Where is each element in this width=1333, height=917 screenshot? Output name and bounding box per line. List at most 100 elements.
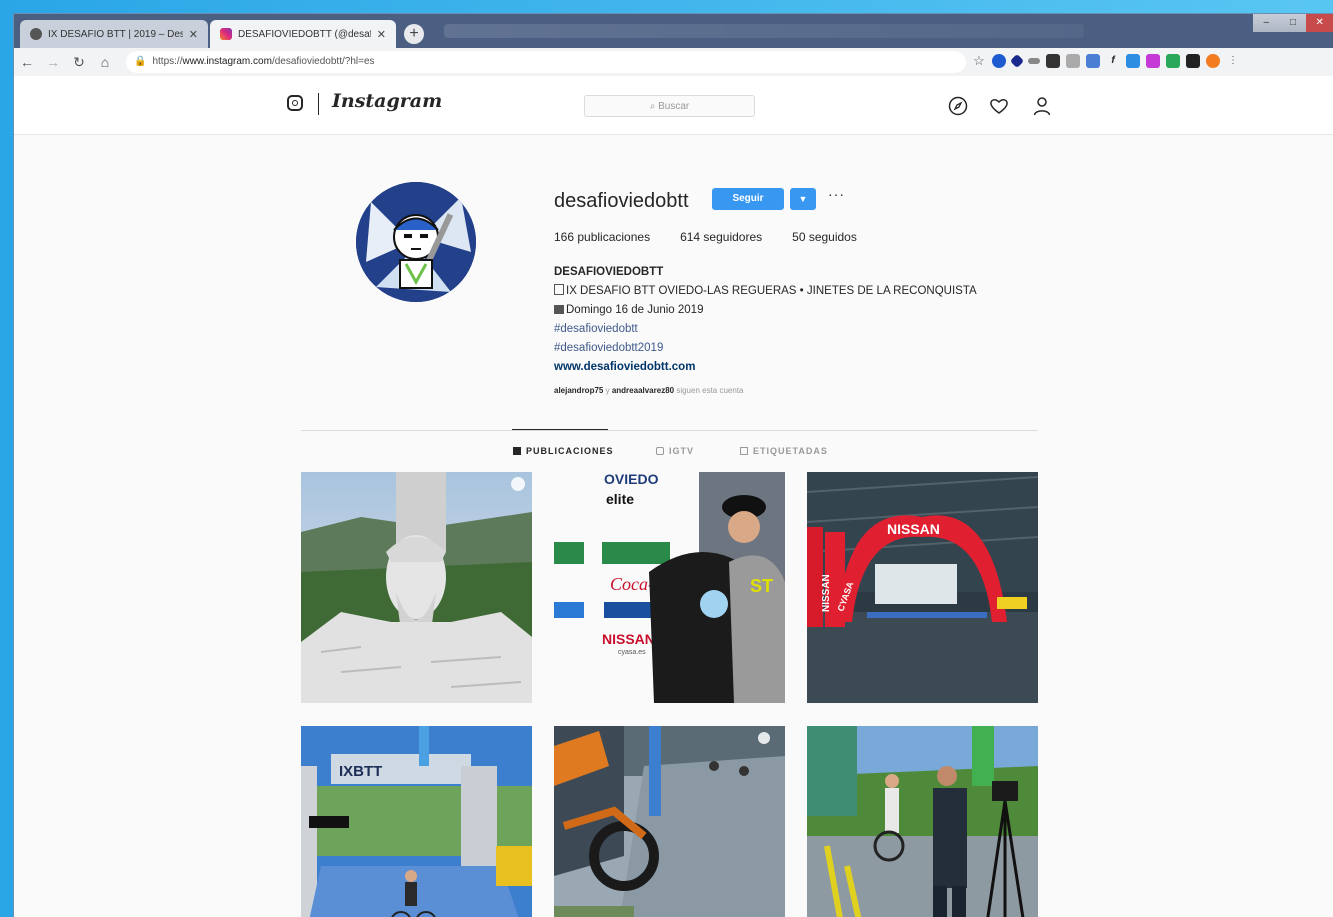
reload-icon[interactable]: ↻ [66,54,92,71]
bio-name: DESAFIOVIEDOBTT [554,266,664,278]
post-image-statue [301,472,532,703]
tab-instagram[interactable]: DESAFIOVIEDOBTT (@desafiov ✕ [210,20,396,48]
post-thumbnail[interactable] [301,472,532,703]
tab-igtv[interactable]: IGTV [656,446,694,456]
post-image-tv-camera [807,726,1038,917]
instagram-favicon-icon [220,28,232,40]
following-count[interactable]: 50 seguidos [792,230,857,244]
tab-title: DESAFIOVIEDOBTT (@desafiov [238,28,371,40]
post-thumbnail[interactable] [554,726,785,917]
avatar[interactable] [356,182,476,302]
toolbar: ← → ↻ ⌂ 🔒 https://www.instagram.com/desaf… [14,48,1333,77]
hashtag-link[interactable]: #desafioviedobtt [554,320,977,339]
url-prefix: https:// [152,56,183,67]
extension-icon[interactable] [1066,54,1080,68]
globe-icon [30,28,42,40]
igtv-icon [656,447,664,455]
forward-icon[interactable]: → [40,54,66,70]
url-bar[interactable]: 🔒 https://www.instagram.com/desafioviedob… [126,51,966,73]
post-image-finish-line: IXBTT [301,726,532,917]
extensions-bar: ☆ f ⋮ [972,53,1240,69]
extension-icon[interactable] [1086,54,1100,68]
instagram-camera-icon[interactable] [287,95,303,111]
tab-tagged[interactable]: ETIQUETADAS [740,446,828,456]
home-icon[interactable]: ⌂ [92,54,118,70]
tab-title: IX DESAFIO BTT | 2019 – Desafio [48,28,183,40]
post-thumbnail[interactable]: IXBTT [301,726,532,917]
options-button[interactable]: ··· [828,186,845,202]
post-image-motorbike [554,726,785,917]
menu-icon[interactable]: ⋮ [1226,54,1240,68]
window-controls: – □ ✕ [1253,14,1333,32]
extension-icon[interactable] [1126,54,1140,68]
post-image-finish-arch: NISSAN NISSAN CYASA [807,472,1038,703]
compass-icon[interactable] [948,96,968,116]
lock-icon: 🔒 [134,56,147,67]
tabs-divider [301,430,1038,431]
tab-strip: IX DESAFIO BTT | 2019 – Desafio ✕ DESAFI… [14,14,1333,48]
sponsor-cyasa: cyasa.es [618,649,646,656]
sponsor-elite: elite [606,491,634,507]
profile-icon[interactable] [1032,96,1052,116]
extension-icon[interactable] [1146,54,1160,68]
followed-joiner: y [605,386,610,395]
banner-nissan: NISSAN [821,574,832,612]
profile-stats: 166 publicaciones 614 seguidores 50 segu… [554,230,857,244]
extension-icon[interactable] [1046,54,1060,68]
back-icon[interactable]: ← [14,54,40,70]
taskbar-blur [444,24,1084,38]
followed-suffix: siguen esta cuenta [676,386,744,395]
hashtag-link[interactable]: #desafioviedobtt2019 [554,339,977,358]
extension-icon[interactable] [992,54,1006,68]
extension-icon[interactable] [1206,54,1220,68]
avatar-image [356,182,476,302]
extension-icon[interactable] [1166,54,1180,68]
tag-icon [740,447,748,455]
logo-divider [318,93,319,115]
profile-username: desafioviedobtt [554,190,689,212]
emoji-box-icon [554,284,564,295]
extension-icon[interactable] [1009,53,1025,69]
extension-icon[interactable] [1186,54,1200,68]
close-tab-icon[interactable]: ✕ [189,28,198,41]
post-thumbnail[interactable]: OVIEDO elite Coca-Cola NISSAN cyasa.es S… [554,472,785,703]
finish-banner: IXBTT [339,763,382,780]
browser-window: IX DESAFIO BTT | 2019 – Desafio ✕ DESAFI… [14,14,1333,917]
extension-icon[interactable] [1028,58,1040,64]
follower-link[interactable]: alejandrop75 [554,386,603,395]
search-placeholder: Buscar [658,101,690,112]
heart-icon[interactable] [989,96,1009,116]
post-thumbnail[interactable] [807,726,1038,917]
profile-bio: DESAFIOVIEDOBTT IX DESAFIO BTT OVIEDO-LA… [554,263,977,377]
bio-line2: Domingo 16 de Junio 2019 [566,304,704,316]
maximize-icon[interactable]: □ [1280,14,1307,32]
sponsor-nissan: NISSAN [602,631,655,647]
tab-igtv-label: IGTV [669,446,695,456]
close-tab-icon[interactable]: ✕ [377,28,386,41]
tab-desafio-site[interactable]: IX DESAFIO BTT | 2019 – Desafio ✕ [20,20,208,48]
post-image-podium-kiss: OVIEDO elite Coca-Cola NISSAN cyasa.es S… [554,472,785,703]
website-link[interactable]: www.desafioviedobtt.com [554,358,977,377]
post-thumbnail[interactable]: NISSAN NISSAN CYASA [807,472,1038,703]
bio-line1: IX DESAFIO BTT OVIEDO-LAS REGUERAS • JIN… [566,285,977,297]
followers-count[interactable]: 614 seguidores [680,230,762,244]
follower-link[interactable]: andreaalvarez80 [612,386,674,395]
followed-by: alejandrop75 y andreaalvarez80 siguen es… [554,386,744,395]
new-tab-button[interactable]: + [404,24,424,44]
svg-text:ST: ST [750,576,773,596]
star-icon[interactable]: ☆ [972,54,986,68]
tab-tagged-label: ETIQUETADAS [753,446,828,456]
grid-icon [513,447,521,455]
instagram-wordmark[interactable]: Instagram [332,90,442,112]
suggestions-chevron-icon[interactable]: ▼ [790,188,816,210]
sponsor-oviedo: OVIEDO [604,472,659,487]
minimize-icon[interactable]: – [1253,14,1280,32]
arch-nissan: NISSAN [887,521,940,537]
tab-posts[interactable]: PUBLICACIONES [513,446,614,456]
follow-button[interactable]: Seguir [712,188,784,210]
url-host: www.instagram.com [182,56,272,67]
search-input[interactable]: ⌕ Buscar [584,95,755,117]
extension-icon[interactable]: f [1106,54,1120,68]
url-path: /desafioviedobtt/?hl=es [271,56,375,67]
close-window-icon[interactable]: ✕ [1306,14,1333,32]
